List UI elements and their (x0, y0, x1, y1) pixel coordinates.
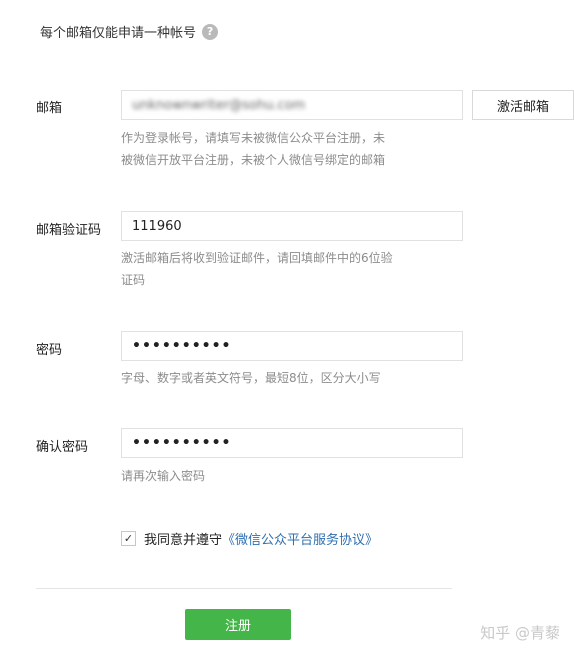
divider (36, 588, 452, 589)
agreement-row: ✓ 我同意并遵守《微信公众平台服务协议》 (121, 529, 378, 548)
watermark: 知乎 @青藜 (480, 624, 560, 642)
confirm-password-value: •••••••••• (132, 435, 232, 451)
password-label: 密码 (36, 343, 63, 358)
service-agreement-link[interactable]: 《微信公众平台服务协议》 (222, 533, 378, 548)
verification-code-field[interactable]: 111960 (121, 211, 463, 241)
checkmark-icon: ✓ (123, 532, 134, 545)
confirm-password-field[interactable]: •••••••••• (121, 428, 463, 458)
register-button[interactable]: 注册 (185, 609, 291, 640)
password-hint: 字母、数字或者英文符号，最短8位，区分大小写 (121, 371, 381, 385)
agreement-text: 我同意并遵守 (144, 533, 223, 548)
confirm-password-hint: 请再次输入密码 (121, 469, 206, 483)
password-field[interactable]: •••••••••• (121, 331, 463, 361)
email-field[interactable]: unknownwriter@sohu.com (121, 90, 463, 120)
email-value: unknownwriter@sohu.com (132, 97, 306, 113)
password-value: •••••••••• (132, 338, 232, 354)
code-hint-line2: 证码 (121, 273, 146, 287)
code-hint-line1: 激活邮箱后将收到验证邮件，请回填邮件中的6位验 (121, 251, 393, 265)
email-hint-line1: 作为登录帐号，请填写未被微信公众平台注册，未 (121, 131, 386, 145)
page-notice: 每个邮箱仅能申请一种帐号 ? (40, 22, 219, 41)
question-icon[interactable]: ? (202, 23, 219, 40)
page-notice-text: 每个邮箱仅能申请一种帐号 (40, 26, 197, 41)
email-hint-line2: 被微信开放平台注册，未被个人微信号绑定的邮箱 (121, 153, 386, 167)
activate-email-button[interactable]: 激活邮箱 (472, 90, 574, 120)
verification-code-value: 111960 (132, 218, 182, 234)
agreement-checkbox[interactable]: ✓ (121, 531, 136, 546)
verification-code-label: 邮箱验证码 (36, 223, 102, 238)
email-label: 邮箱 (36, 101, 63, 116)
confirm-password-label: 确认密码 (36, 440, 89, 455)
